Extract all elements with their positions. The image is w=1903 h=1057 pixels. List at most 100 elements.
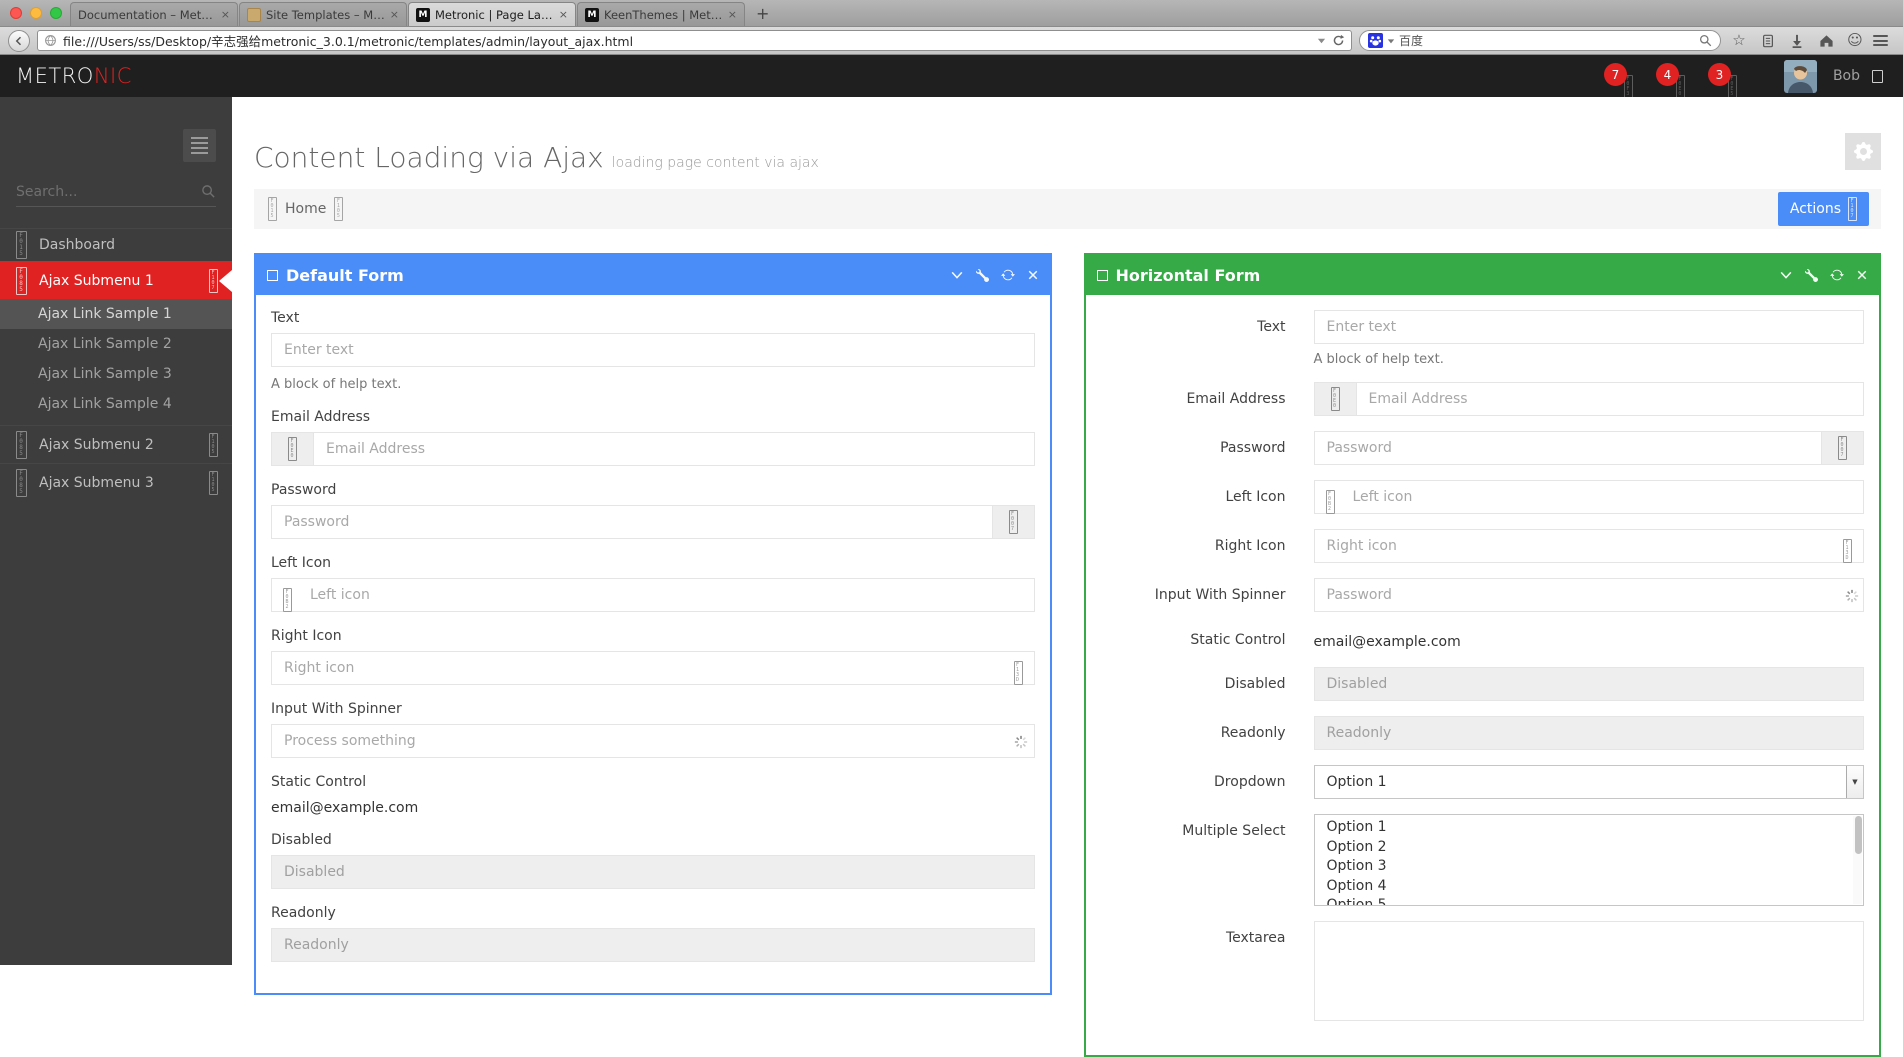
browser-tab-bar: Documentation – Metronic Ad... × Site Te…	[0, 0, 1903, 27]
right-input-icon: F13D	[1014, 661, 1023, 685]
left-icon-input[interactable]	[271, 578, 1035, 612]
bookmark-star-icon[interactable]: ☆	[1728, 33, 1750, 48]
user-caret-icon[interactable]	[1872, 70, 1883, 83]
default-form-header: Default Form	[256, 255, 1050, 295]
window-minimize-button[interactable]	[30, 7, 42, 19]
dropdown-caret-icon[interactable]: ▼	[1846, 766, 1863, 798]
angle-right-icon: F105	[334, 197, 343, 221]
sidebar-item-ajax-link-sample-3[interactable]: Ajax Link Sample 3	[0, 359, 232, 389]
readonly-input[interactable]	[1314, 716, 1865, 750]
sidebar-item-ajax-submenu-2[interactable]: F085 Ajax Submenu 2 F105	[0, 425, 232, 463]
multiple-select[interactable]: Option 1 Option 2 Option 3 Option 4 Opti…	[1314, 814, 1865, 906]
email-input[interactable]	[313, 432, 1035, 466]
sidebar-item-dashboard[interactable]: F015 Dashboard	[0, 228, 232, 261]
tab-close-icon[interactable]: ×	[221, 8, 230, 21]
new-tab-button[interactable]: +	[756, 4, 769, 23]
select-option[interactable]: Option 4	[1315, 877, 1864, 897]
close-icon[interactable]	[1856, 269, 1868, 281]
select-option[interactable]: Option 1	[1315, 818, 1864, 838]
scrollbar-thumb[interactable]	[1855, 816, 1862, 854]
sidebar: F015 Dashboard F085 Ajax Submenu 1 F107 …	[0, 97, 232, 965]
menu-hamburger-icon[interactable]	[1873, 33, 1895, 49]
url-bar[interactable]: file:///Users/ss/Desktop/辛志强给metronic_3.…	[37, 30, 1352, 51]
metronic-logo[interactable]: METRONIC	[16, 64, 132, 88]
downloads-icon[interactable]	[1786, 34, 1808, 48]
select-option[interactable]: Option 3	[1315, 857, 1864, 877]
back-button[interactable]	[8, 30, 30, 52]
field-label: Input With Spinner	[1101, 578, 1286, 612]
horizontal-form-header: Horizontal Form	[1086, 255, 1880, 295]
search-engine-caret-icon[interactable]	[1387, 37, 1395, 45]
search-icon[interactable]	[1699, 34, 1712, 47]
password-input[interactable]	[1314, 431, 1823, 465]
select-option[interactable]: Option 2	[1315, 838, 1864, 858]
search-bar[interactable]: 百度	[1359, 30, 1721, 51]
metronic-favicon: M	[416, 8, 430, 22]
text-input[interactable]	[271, 333, 1035, 367]
baidu-paw-icon[interactable]	[1368, 33, 1383, 48]
tab-close-icon[interactable]: ×	[559, 8, 568, 21]
field-label: Text	[271, 310, 1035, 326]
sidebar-search-icon[interactable]	[201, 184, 216, 199]
tab-close-icon[interactable]: ×	[390, 8, 399, 21]
right-icon-input[interactable]	[1314, 529, 1865, 563]
window-zoom-button[interactable]	[50, 7, 62, 19]
textarea-input[interactable]	[1314, 921, 1865, 1021]
window-close-button[interactable]	[10, 7, 22, 19]
disabled-input	[1314, 667, 1865, 701]
user-icon: F007	[1009, 510, 1018, 534]
left-input-icon: F0B2	[1326, 490, 1335, 514]
dropdown-select[interactable]: Option 1 ▼	[1314, 765, 1865, 799]
actions-button[interactable]: Actions F107	[1778, 192, 1869, 226]
breadcrumb-home-link[interactable]: Home	[285, 201, 326, 217]
browser-tab[interactable]: Site Templates – Metronic... ×	[239, 2, 407, 26]
sidebar-item-ajax-link-sample-2[interactable]: Ajax Link Sample 2	[0, 329, 232, 359]
field-label: Left Icon	[271, 555, 1035, 571]
email-input[interactable]	[1356, 382, 1865, 416]
sidebar-item-ajax-link-sample-4[interactable]: Ajax Link Sample 4	[0, 389, 232, 419]
browser-tab[interactable]: Documentation – Metronic Ad... ×	[70, 2, 238, 26]
tab-close-icon[interactable]: ×	[728, 8, 737, 21]
reload-icon[interactable]	[1830, 268, 1844, 282]
field-label: Right Icon	[1101, 529, 1286, 563]
user-name[interactable]: Bob	[1833, 68, 1860, 84]
browser-tab[interactable]: M KeenThemes | Metronic – ... ×	[577, 2, 745, 26]
readonly-input[interactable]	[271, 928, 1035, 962]
config-wrench-icon[interactable]	[976, 269, 989, 282]
theme-settings-button[interactable]	[1845, 133, 1881, 170]
reload-icon[interactable]	[1001, 268, 1015, 282]
collapse-icon[interactable]	[1779, 268, 1793, 282]
angle-down-icon: F107	[1848, 197, 1857, 221]
select-option[interactable]: Option 5	[1315, 896, 1864, 906]
reload-icon[interactable]	[1332, 34, 1345, 47]
sidebar-item-ajax-link-sample-1[interactable]: Ajax Link Sample 1	[0, 299, 232, 329]
breadcrumb-bar: F015 Home F105 Actions F107	[254, 189, 1881, 229]
close-icon[interactable]	[1027, 269, 1039, 281]
help-text: A block of help text.	[1314, 352, 1865, 368]
avatar[interactable]	[1784, 60, 1817, 93]
spinner-input[interactable]	[271, 724, 1035, 758]
collapse-icon[interactable]	[950, 268, 964, 282]
notifications-button[interactable]: 7 F0F3	[1602, 55, 1646, 97]
angle-down-icon: F107	[209, 269, 218, 293]
inbox-button[interactable]: 4 F0E0	[1654, 55, 1698, 97]
home-icon[interactable]	[1815, 33, 1837, 48]
left-icon-input[interactable]	[1314, 480, 1865, 514]
envelope-icon: F0E0	[288, 437, 297, 461]
tasks-button[interactable]: 3 F0E5	[1706, 55, 1750, 97]
text-input[interactable]	[1314, 310, 1865, 344]
sidebar-search	[16, 177, 216, 207]
sidebar-toggle-button[interactable]	[183, 129, 216, 162]
sidebar-item-ajax-submenu-3[interactable]: F085 Ajax Submenu 3 F105	[0, 463, 232, 501]
password-input[interactable]	[271, 505, 993, 539]
right-icon-input[interactable]	[271, 651, 1035, 685]
field-label: Textarea	[1101, 921, 1286, 1025]
config-wrench-icon[interactable]	[1805, 269, 1818, 282]
sidebar-item-ajax-submenu-1[interactable]: F085 Ajax Submenu 1 F107	[0, 261, 232, 299]
spinner-input[interactable]	[1314, 578, 1865, 612]
sidebar-search-input[interactable]	[16, 184, 201, 200]
browser-tab-active[interactable]: M Metronic | Page Layouts – ... ×	[408, 2, 576, 26]
feedback-smiley-icon[interactable]: ☺	[1844, 33, 1866, 48]
bookmarks-list-icon[interactable]	[1757, 34, 1779, 48]
url-dropdown-icon[interactable]	[1317, 36, 1326, 45]
